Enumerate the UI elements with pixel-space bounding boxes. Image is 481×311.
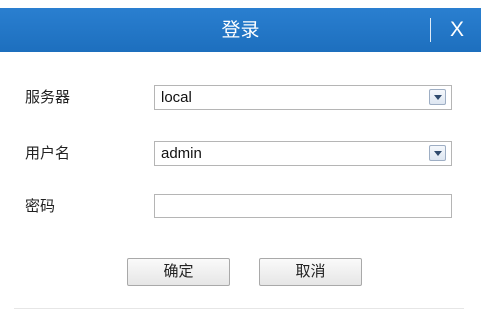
chevron-down-icon bbox=[434, 95, 442, 100]
username-label: 用户名 bbox=[25, 144, 71, 162]
cancel-button[interactable]: 取消 bbox=[259, 258, 362, 286]
title-bar: 登录 X bbox=[0, 8, 481, 52]
login-dialog: 登录 X 服务器 local 用户名 admin 密码 确定 取消 bbox=[0, 0, 481, 311]
server-label: 服务器 bbox=[25, 88, 71, 106]
password-input[interactable] bbox=[154, 194, 452, 218]
dialog-title: 登录 bbox=[221, 19, 260, 41]
server-select[interactable]: local bbox=[154, 85, 452, 110]
title-separator bbox=[430, 18, 431, 42]
bottom-divider bbox=[14, 308, 464, 309]
password-label: 密码 bbox=[25, 197, 56, 215]
server-select-value: local bbox=[161, 89, 192, 106]
username-dropdown-button[interactable] bbox=[429, 145, 446, 161]
server-dropdown-button[interactable] bbox=[429, 89, 446, 105]
close-button[interactable]: X bbox=[442, 8, 472, 52]
confirm-button[interactable]: 确定 bbox=[127, 258, 230, 286]
username-select[interactable]: admin bbox=[154, 141, 452, 166]
chevron-down-icon bbox=[434, 151, 442, 156]
username-select-value: admin bbox=[161, 145, 202, 162]
